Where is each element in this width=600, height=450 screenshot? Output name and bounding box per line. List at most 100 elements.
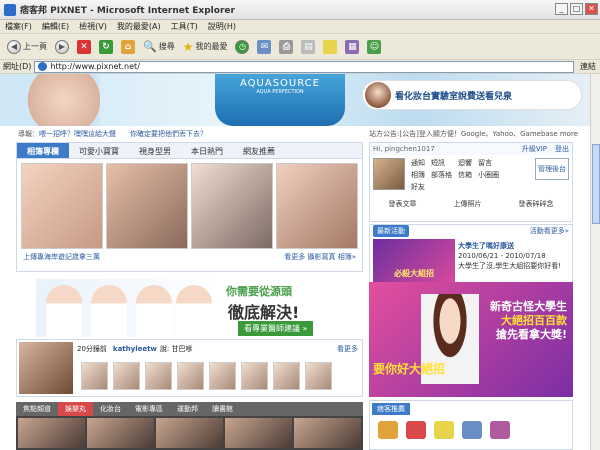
- news-image[interactable]: 必殺大組招: [373, 239, 455, 283]
- tab-cute-babies[interactable]: 可愛小寶寶: [69, 143, 129, 158]
- ad-line-2: 大絕招百百款: [501, 314, 567, 327]
- feed-thumb[interactable]: [113, 362, 140, 390]
- baby-photo-3[interactable]: [191, 163, 273, 249]
- link-mailbox[interactable]: 信箱: [458, 170, 472, 180]
- messenger-button[interactable]: ☺: [364, 39, 384, 55]
- menu-file[interactable]: 檔案(F): [0, 21, 37, 32]
- recommend-icon[interactable]: [490, 421, 510, 439]
- recommend-icon[interactable]: [406, 421, 426, 439]
- favorites-button[interactable]: ★ 我的最愛: [180, 39, 231, 55]
- channel-thumb[interactable]: [18, 418, 85, 448]
- logout-link[interactable]: 登出: [555, 144, 569, 154]
- scroll-thumb[interactable]: [592, 144, 600, 224]
- home-icon: ⌂: [121, 39, 135, 54]
- tab-fit-men[interactable]: 視身型男: [129, 143, 181, 158]
- manage-button[interactable]: 管理後台: [535, 158, 569, 180]
- feed-user[interactable]: kathyleetw: [113, 345, 157, 353]
- feed-more-link[interactable]: 看更多: [337, 344, 358, 354]
- back-button[interactable]: ◀ 上一頁: [4, 39, 50, 55]
- post-article-button[interactable]: 發表文章: [389, 199, 417, 209]
- tab-recommended[interactable]: 網友推薦: [233, 143, 285, 158]
- upgrade-vip-link[interactable]: 升級VIP: [522, 144, 547, 154]
- stop-button[interactable]: ✕: [74, 39, 94, 55]
- link-notify[interactable]: 通知: [411, 158, 425, 168]
- clinic-banner[interactable]: 你需要從源頭 徹底解決! 看專業醫師建議 »: [16, 279, 363, 337]
- baby-photo-2[interactable]: [106, 163, 188, 249]
- minimize-button[interactable]: _: [555, 3, 568, 15]
- link-blog[interactable]: 部落格: [431, 170, 452, 180]
- site-announcement[interactable]: 站方公告:[公告]登入顯方便！Google、Yahoo、Gamebase mor…: [369, 129, 578, 139]
- search-button[interactable]: 🔍 搜尋: [140, 39, 178, 54]
- channel-thumb[interactable]: [294, 418, 361, 448]
- upload-photo-button[interactable]: 上傳照片: [454, 199, 482, 209]
- menu-help[interactable]: 說明(H): [203, 21, 241, 32]
- baby-photo-1[interactable]: [21, 163, 103, 249]
- clinic-advice-button[interactable]: 看專業醫師建議 »: [238, 321, 314, 336]
- forward-button[interactable]: ▶: [52, 39, 72, 55]
- hero-banner[interactable]: AQUASOURCE AQUA PERFECTION 看化妝台實驗室說費送看兒泉: [0, 74, 590, 126]
- recommend-icon[interactable]: [378, 421, 398, 439]
- maximize-button[interactable]: □: [570, 3, 583, 15]
- post-murmur-button[interactable]: 發表碎碎念: [519, 199, 554, 209]
- refresh-button[interactable]: ↻: [96, 39, 116, 55]
- tab-album-column[interactable]: 相簿專欄: [17, 143, 69, 158]
- tab-entertainment[interactable]: 娛樂丸: [58, 402, 93, 416]
- news-more-link[interactable]: 活動看更多»: [530, 226, 569, 236]
- feed-avatar[interactable]: [19, 342, 73, 394]
- tab-hot-today[interactable]: 本日熱門: [181, 143, 233, 158]
- menu-tools[interactable]: 工具(T): [166, 21, 203, 32]
- feed-thumb[interactable]: [241, 362, 268, 390]
- channel-thumb[interactable]: [156, 418, 223, 448]
- edit-button[interactable]: ▤: [298, 39, 318, 55]
- channel-thumb[interactable]: [87, 418, 154, 448]
- user-header: Hi, pingchen1017 升級VIP 登出: [370, 143, 572, 155]
- research-button[interactable]: ▦: [342, 39, 362, 55]
- mail-button[interactable]: ✉: [254, 39, 274, 55]
- forward-arrow-icon: ▶: [55, 39, 69, 54]
- feed-thumb[interactable]: [177, 362, 204, 390]
- link-album[interactable]: 相簿: [411, 170, 425, 180]
- channel-thumb[interactable]: [225, 418, 292, 448]
- feed-thumb[interactable]: [81, 362, 108, 390]
- link-responses[interactable]: 迴響: [458, 158, 472, 168]
- history-button[interactable]: ◷: [232, 39, 252, 55]
- ad-line-1: 新奇古怪大學生: [490, 300, 567, 313]
- more-photos-link[interactable]: 看更多 攝影寫真 相簿»: [284, 252, 356, 262]
- vertical-scrollbar[interactable]: [590, 74, 600, 450]
- link-friends[interactable]: 好友: [411, 182, 425, 192]
- tab-makeup[interactable]: 化妝台: [93, 402, 128, 416]
- discuss-button[interactable]: [320, 39, 340, 55]
- link-messages[interactable]: 短訊: [431, 158, 452, 168]
- tab-movies[interactable]: 電影專區: [128, 402, 170, 416]
- tab-sports[interactable]: 運動邦: [170, 402, 205, 416]
- feed-thumb[interactable]: [273, 362, 300, 390]
- tab-books[interactable]: 讀書館: [205, 402, 240, 416]
- feed-thumb[interactable]: [145, 362, 172, 390]
- feed-line: 20分鐘前 kathyleetw 說: 甘巴嗲 看更多: [77, 343, 358, 355]
- close-button[interactable]: ✕: [585, 3, 598, 15]
- news-title[interactable]: 大學生了嗎好康送: [458, 241, 572, 251]
- recommend-icon[interactable]: [462, 421, 482, 439]
- photo-caption[interactable]: 上傳專海岸遊記歲拿三萬: [23, 252, 100, 262]
- menu-edit[interactable]: 編輯(E): [37, 21, 74, 32]
- side-advertisement[interactable]: 要你好大絕招 新奇古怪大學生 大絕招百百款 搶先看拿大獎!: [369, 282, 573, 397]
- link-groups[interactable]: 小圈圈: [478, 170, 499, 180]
- hero-promo[interactable]: 看化妝台實驗室說費送看兒泉: [362, 80, 582, 110]
- print-button[interactable]: ⎙: [276, 39, 296, 55]
- menu-view[interactable]: 檢視(V): [74, 21, 112, 32]
- tab-focus-channel[interactable]: 焦點頻道: [16, 402, 58, 416]
- link-comments[interactable]: 留言: [478, 158, 499, 168]
- notice-link-1[interactable]: 喂一招呼？嘿嘿這給大聲: [39, 129, 116, 139]
- feed-thumb[interactable]: [305, 362, 332, 390]
- links-button[interactable]: 連結: [576, 61, 600, 72]
- home-button[interactable]: ⌂: [118, 39, 138, 55]
- photo-grid: [17, 159, 362, 249]
- baby-photo-4[interactable]: [276, 163, 358, 249]
- user-avatar[interactable]: [373, 158, 405, 190]
- print-icon: ⎙: [279, 39, 294, 54]
- feed-thumb[interactable]: [209, 362, 236, 390]
- address-input[interactable]: http://www.pixnet.net/: [34, 60, 574, 73]
- notice-link-2[interactable]: 你確定要把他們丟下去？: [130, 129, 207, 139]
- menu-favorites[interactable]: 我的最愛(A): [112, 21, 166, 32]
- recommend-icon[interactable]: [434, 421, 454, 439]
